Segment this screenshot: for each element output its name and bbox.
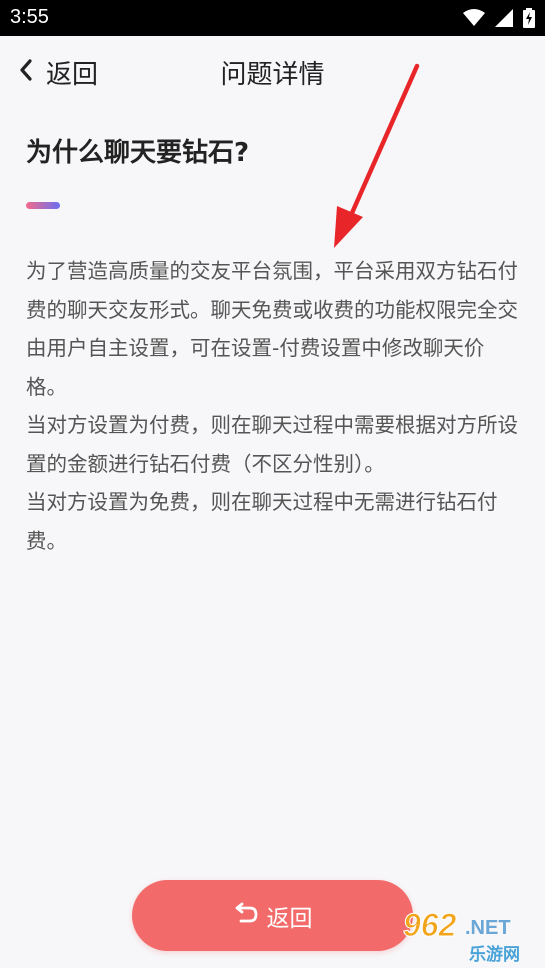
wifi-icon (463, 9, 485, 31)
bottom-back-button[interactable]: 返回 (132, 880, 413, 951)
svg-text:962: 962 (403, 907, 457, 943)
status-icons (463, 8, 535, 32)
battery-charging-icon (523, 8, 535, 32)
status-time: 3:55 (10, 6, 49, 28)
accent-bar (26, 202, 60, 209)
status-bar: 3:55 (0, 0, 545, 36)
signal-icon (495, 9, 513, 31)
svg-text:乐游网: 乐游网 (469, 944, 520, 965)
question-title: 为什么聊天要钻石? (26, 138, 250, 168)
undo-icon (233, 902, 259, 930)
page-title: 问题详情 (220, 60, 325, 90)
header: 返回 问题详情 (0, 36, 545, 108)
site-watermark-logo: 962 .NET 乐游网 (401, 904, 541, 966)
svg-text:.NET: .NET (465, 917, 511, 939)
answer-text: 为了营造高质量的交友平台氛围，平台采用双方钻石付费的聊天交友形式。聊天免费或收费… (26, 259, 518, 553)
bottom-back-label: 返回 (266, 905, 313, 932)
screen: 3:55 返回 问题详情 为什么聊天要钻石? 为了营造高质量的交友平台氛围，平台… (0, 0, 545, 968)
